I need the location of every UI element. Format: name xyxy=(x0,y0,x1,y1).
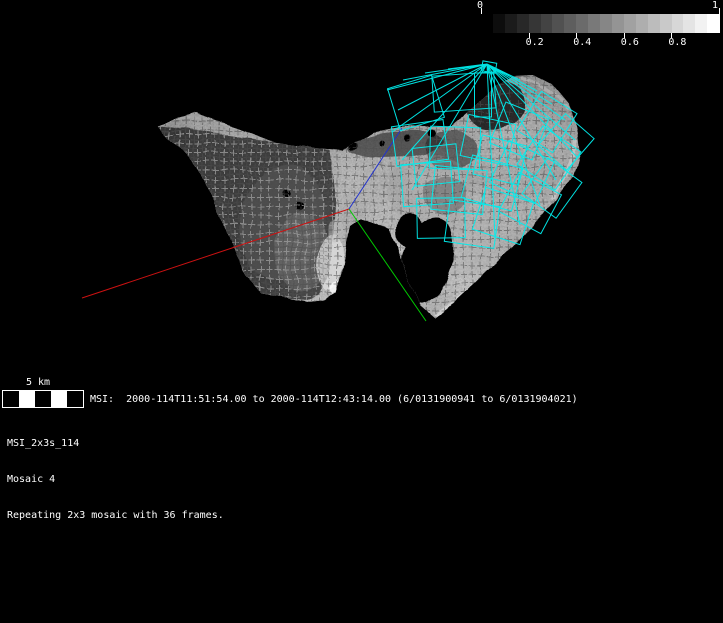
scalebar-label: 5 km xyxy=(26,377,51,388)
colorbar-max-label: 1 xyxy=(712,0,719,11)
colorbar-gradient xyxy=(481,14,720,33)
observation-time-range: MSI: 2000-114T11:51:54.00 to 2000-114T12… xyxy=(90,394,578,405)
mosaic-description: Repeating 2x3 mosaic with 36 frames. xyxy=(7,510,224,521)
colorbar-tick-label: 0.8 xyxy=(668,37,687,48)
colorbar-tick-label: 0.6 xyxy=(620,37,639,48)
mosaic-info-block: MSI_2x3s_114 Mosaic 4 Repeating 2x3 mosa… xyxy=(7,416,224,535)
colorbar-tick-label: 0.4 xyxy=(573,37,592,48)
colorbar-tick-label: 0.2 xyxy=(525,37,544,48)
scalebar-checker xyxy=(2,390,84,408)
asteroid-mesh xyxy=(158,75,580,318)
colorbar: 0 1 0.2 0.4 0.6 0.8 xyxy=(476,0,723,50)
mosaic-number: Mosaic 4 xyxy=(7,474,56,485)
colorbar-right-endline xyxy=(719,8,720,33)
sequence-id: MSI_2x3s_114 xyxy=(7,438,80,449)
